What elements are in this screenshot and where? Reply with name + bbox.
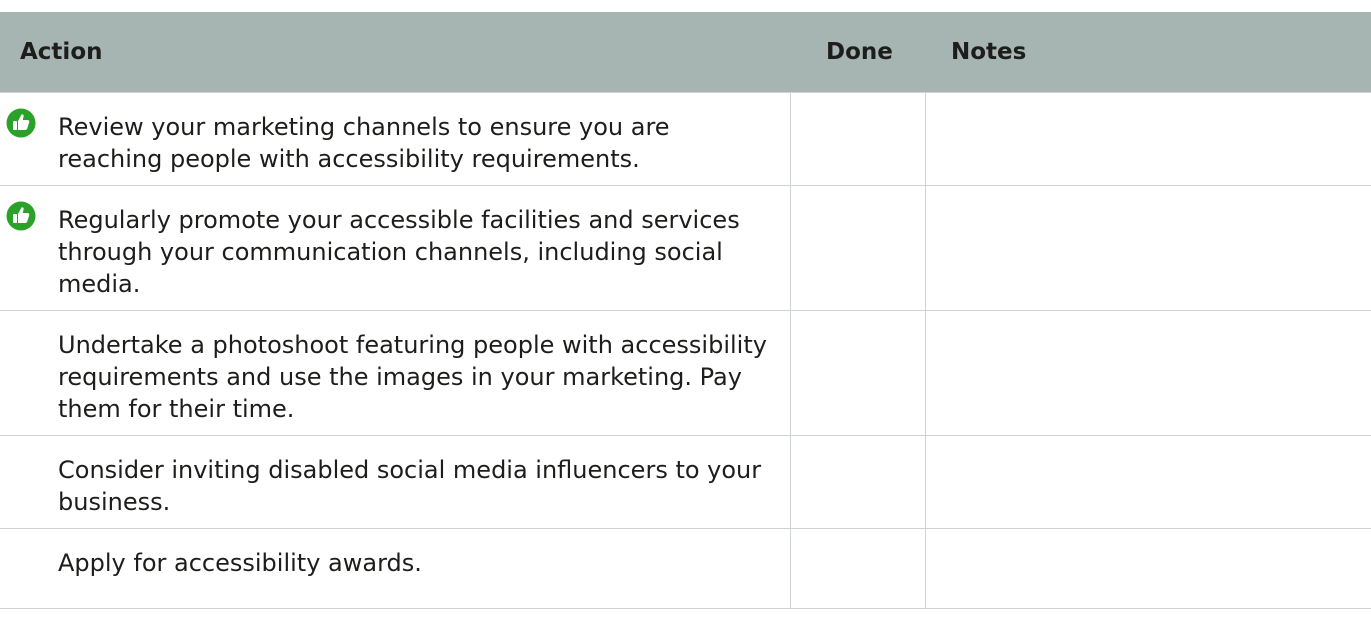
- action-text: Apply for accessibility awards.: [58, 548, 422, 577]
- notes-cell[interactable]: [924, 527, 1371, 609]
- action-checklist-table: Action Done Notes Review your marketing …: [0, 12, 1371, 609]
- action-text: Review your marketing channels to ensure…: [58, 112, 670, 173]
- done-cell[interactable]: [789, 434, 926, 529]
- thumbs-up-icon: [6, 108, 36, 137]
- action-cell: Consider inviting disabled social media …: [0, 434, 791, 529]
- action-text: Consider inviting disabled social media …: [58, 455, 762, 516]
- done-cell[interactable]: [789, 91, 926, 186]
- table-row: Review your marketing channels to ensure…: [0, 91, 1371, 186]
- notes-cell[interactable]: [924, 309, 1371, 436]
- action-cell: Undertake a photoshoot featuring people …: [0, 309, 791, 436]
- table-row: Regularly promote your accessible facili…: [0, 184, 1371, 311]
- action-cell: Review your marketing channels to ensure…: [0, 91, 791, 186]
- table-row: Undertake a photoshoot featuring people …: [0, 309, 1371, 436]
- thumbs-up-icon: [6, 201, 36, 230]
- notes-cell[interactable]: [924, 91, 1371, 186]
- table-row: Apply for accessibility awards.: [0, 527, 1371, 609]
- action-text: Undertake a photoshoot featuring people …: [58, 330, 767, 423]
- action-cell: Apply for accessibility awards.: [0, 527, 791, 609]
- header-row: Action Done Notes: [0, 12, 1371, 92]
- done-column-header: Done: [826, 38, 893, 65]
- done-cell[interactable]: [789, 184, 926, 311]
- done-cell[interactable]: [789, 527, 926, 609]
- action-text: Regularly promote your accessible facili…: [58, 205, 740, 298]
- notes-cell[interactable]: [924, 184, 1371, 311]
- table-body: Review your marketing channels to ensure…: [0, 91, 1371, 609]
- done-cell[interactable]: [789, 309, 926, 436]
- table-row: Consider inviting disabled social media …: [0, 434, 1371, 529]
- notes-cell[interactable]: [924, 434, 1371, 529]
- notes-column-header: Notes: [951, 38, 1027, 65]
- action-column-header: Action: [20, 38, 103, 65]
- table-header: Action Done Notes: [0, 12, 1371, 92]
- action-cell: Regularly promote your accessible facili…: [0, 184, 791, 311]
